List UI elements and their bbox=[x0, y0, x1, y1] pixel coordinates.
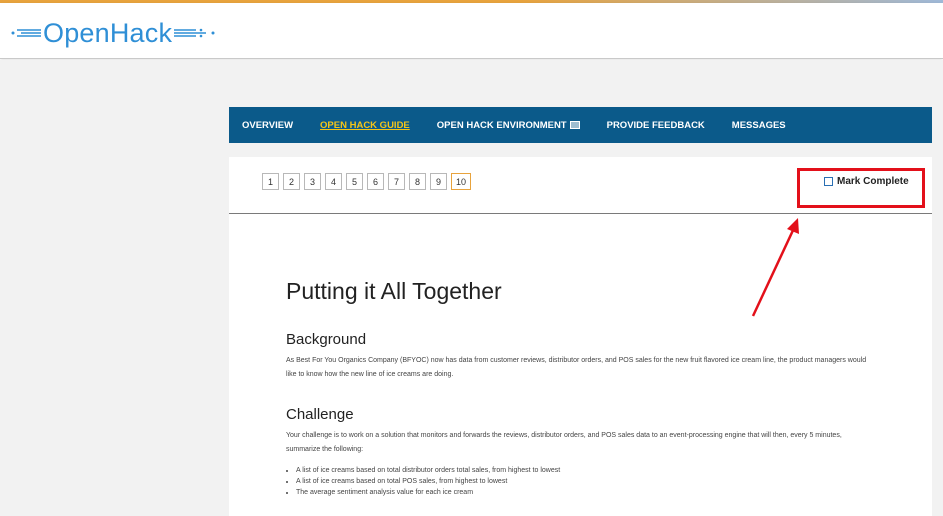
environment-list-icon bbox=[569, 121, 580, 129]
mark-complete-toggle[interactable]: Mark Complete bbox=[824, 176, 909, 187]
nav-messages[interactable]: MESSAGES bbox=[732, 120, 786, 131]
background-heading: Background bbox=[286, 331, 367, 348]
mark-complete-label: Mark Complete bbox=[837, 176, 909, 187]
logo-left-lines-icon bbox=[11, 29, 41, 37]
background-text: As Best For You Organics Company (BFYOC)… bbox=[286, 357, 867, 378]
page-button-8[interactable]: 8 bbox=[409, 173, 426, 190]
page-pager: 1 2 3 4 5 6 7 8 9 10 bbox=[262, 173, 475, 190]
list-item: The average sentiment analysis value for… bbox=[296, 487, 876, 498]
challenge-heading: Challenge bbox=[286, 406, 354, 423]
openhack-logo[interactable]: OpenHack bbox=[11, 17, 216, 49]
page-button-6[interactable]: 6 bbox=[367, 173, 384, 190]
page-button-7[interactable]: 7 bbox=[388, 173, 405, 190]
main-nav: OVERVIEW OPEN HACK GUIDE OPEN HACK ENVIR… bbox=[229, 107, 932, 143]
nav-provide-feedback[interactable]: PROVIDE FEEDBACK bbox=[607, 120, 705, 131]
logo-text: OpenHack bbox=[43, 17, 173, 48]
site-header: OpenHack bbox=[0, 3, 943, 59]
page-button-4[interactable]: 4 bbox=[325, 173, 342, 190]
challenge-text: Your challenge is to work on a solution … bbox=[286, 432, 842, 453]
pager-toolbar: 1 2 3 4 5 6 7 8 9 10 Mark Complete bbox=[229, 157, 932, 214]
logo-right-lines-icon bbox=[174, 28, 215, 38]
page-button-3[interactable]: 3 bbox=[304, 173, 321, 190]
list-item: A list of ice creams based on total dist… bbox=[296, 465, 876, 476]
challenge-list: A list of ice creams based on total dist… bbox=[286, 465, 876, 498]
page-title: Putting it All Together bbox=[286, 278, 502, 304]
nav-overview[interactable]: OVERVIEW bbox=[242, 120, 293, 131]
nav-open-hack-guide[interactable]: OPEN HACK GUIDE bbox=[320, 120, 410, 131]
mark-complete-highlight bbox=[797, 168, 925, 208]
mark-complete-checkbox[interactable] bbox=[824, 177, 833, 186]
nav-open-hack-environment[interactable]: OPEN HACK ENVIRONMENT bbox=[437, 120, 580, 131]
page-button-10[interactable]: 10 bbox=[451, 173, 471, 190]
guide-content: Putting it All Together Background As Be… bbox=[286, 278, 876, 498]
page-button-5[interactable]: 5 bbox=[346, 173, 363, 190]
page-button-9[interactable]: 9 bbox=[430, 173, 447, 190]
nav-open-hack-environment-label: OPEN HACK ENVIRONMENT bbox=[436, 119, 567, 131]
list-item: A list of ice creams based on total POS … bbox=[296, 476, 876, 487]
page-button-2[interactable]: 2 bbox=[283, 173, 300, 190]
page-button-1[interactable]: 1 bbox=[262, 173, 279, 190]
